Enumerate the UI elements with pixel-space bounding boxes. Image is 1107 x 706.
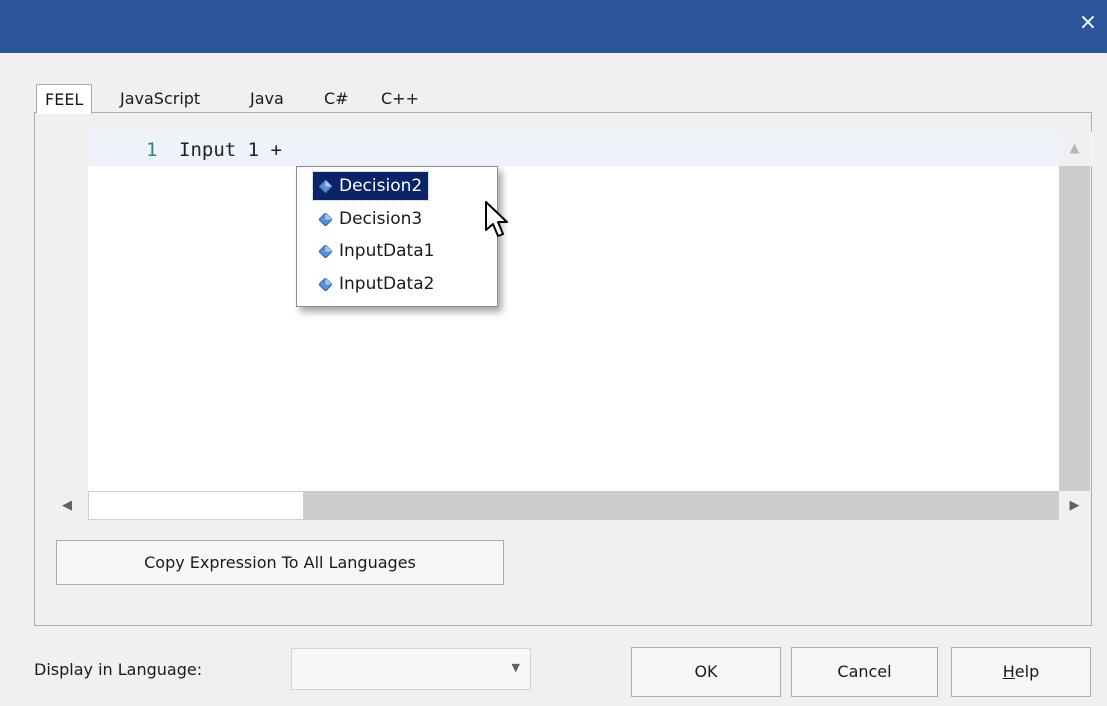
code-editor[interactable]: 1 Input 1 + ▲ ◀ ▶ — [52, 132, 1092, 520]
copy-expression-button[interactable]: Copy Expression To All Languages — [56, 540, 504, 585]
scroll-left-icon[interactable]: ◀ — [52, 491, 82, 520]
title-bar: × — [0, 0, 1107, 53]
element-icon — [319, 180, 332, 193]
autocomplete-item-label: InputData1 — [339, 241, 435, 261]
close-icon[interactable]: × — [1075, 8, 1101, 38]
autocomplete-item[interactable]: InputData1 — [313, 237, 440, 265]
tab-cpp[interactable]: C++ — [381, 84, 419, 113]
autocomplete-item-label: Decision2 — [339, 176, 423, 196]
autocomplete-item-label: InputData2 — [339, 274, 435, 294]
cancel-button[interactable]: Cancel — [791, 647, 938, 697]
tab-csharp[interactable]: C# — [324, 84, 349, 113]
tab-javascript[interactable]: JavaScript — [120, 84, 200, 113]
tab-java[interactable]: Java — [250, 84, 284, 113]
editor-gutter — [52, 132, 88, 491]
horizontal-scrollbar[interactable]: ◀ ▶ — [52, 491, 1090, 520]
mouse-pointer-icon — [485, 201, 508, 237]
help-mnemonic: H — [1002, 662, 1015, 681]
help-button[interactable]: Help — [951, 647, 1091, 697]
element-icon — [319, 213, 332, 226]
vertical-scroll-track[interactable] — [1059, 166, 1090, 491]
scroll-right-icon[interactable]: ▶ — [1059, 491, 1090, 520]
help-label-rest: elp — [1014, 662, 1040, 681]
vertical-scrollbar[interactable]: ▲ — [1059, 132, 1090, 491]
ok-button[interactable]: OK — [631, 647, 781, 697]
horizontal-scroll-track[interactable] — [304, 491, 1059, 520]
scroll-up-icon[interactable]: ▲ — [1059, 132, 1090, 166]
element-icon — [319, 245, 332, 258]
display-language-select[interactable]: ▼ — [291, 648, 531, 690]
display-language-label: Display in Language: — [34, 660, 203, 679]
line-number: 1 — [146, 139, 158, 161]
element-icon — [319, 278, 332, 291]
horizontal-scroll-thumb[interactable] — [88, 491, 304, 520]
autocomplete-popup: Decision2 Decision3 InputData1 InputData… — [296, 166, 498, 307]
autocomplete-item[interactable]: InputData2 — [313, 270, 440, 298]
chevron-down-icon: ▼ — [511, 661, 520, 674]
autocomplete-item-label: Decision3 — [339, 209, 423, 229]
tab-feel[interactable]: FEEL — [36, 84, 93, 114]
autocomplete-item[interactable]: Decision3 — [313, 205, 428, 233]
autocomplete-item[interactable]: Decision2 — [311, 171, 430, 201]
code-text[interactable]: Input 1 + — [179, 139, 282, 161]
